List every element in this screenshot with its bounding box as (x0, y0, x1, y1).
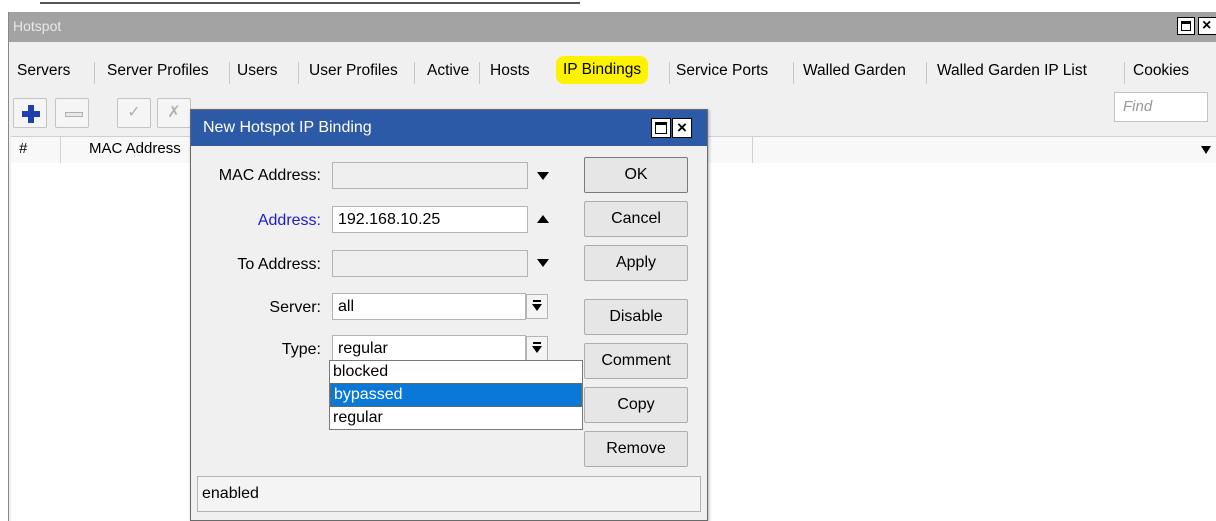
window-title: Hotspot (13, 18, 62, 34)
remove-button[interactable]: Remove (584, 431, 688, 467)
comment-button[interactable]: Comment (584, 343, 688, 379)
find-input[interactable]: Find (1114, 92, 1208, 122)
column-number[interactable]: # (11, 137, 61, 163)
column-chooser-icon[interactable] (1201, 146, 1211, 154)
close-icon[interactable]: × (1198, 17, 1216, 35)
mac-address-field[interactable] (332, 162, 528, 189)
add-button[interactable] (13, 98, 47, 128)
tab-divider (479, 62, 480, 84)
tab-users[interactable]: Users (237, 56, 277, 86)
tab-divider (1124, 62, 1125, 84)
tab-divider (298, 62, 299, 84)
maximize-icon[interactable] (1177, 17, 1195, 35)
tab-divider (793, 62, 794, 84)
type-dropdown-icon[interactable] (526, 336, 548, 361)
mac-address-label: MAC Address: (218, 167, 321, 184)
tab-divider (669, 62, 670, 84)
dialog-close-icon[interactable]: × (672, 118, 692, 138)
cancel-button[interactable]: Cancel (584, 201, 688, 237)
option-bypassed[interactable]: bypassed (330, 383, 582, 407)
tab-divider (926, 62, 927, 84)
type-label: Type: (281, 341, 321, 358)
server-dropdown-icon[interactable] (526, 294, 548, 319)
dialog-title: New Hotspot IP Binding (203, 119, 372, 136)
tab-hosts[interactable]: Hosts (490, 56, 530, 86)
disable-icon: ✗ (167, 104, 181, 121)
apply-button[interactable]: Apply (584, 245, 688, 281)
status-bar: enabled (197, 476, 701, 512)
tab-service-ports[interactable]: Service Ports (676, 56, 768, 86)
type-options-list: blocked bypassed regular (329, 360, 583, 430)
address-label: Address: (257, 212, 321, 229)
tab-walled-garden[interactable]: Walled Garden (803, 56, 906, 86)
to-address-label: To Address: (237, 256, 321, 273)
ok-button[interactable]: OK (584, 157, 688, 193)
tab-divider (94, 62, 95, 84)
new-ip-binding-dialog: New Hotspot IP Binding × MAC Address: Ad… (190, 109, 708, 521)
top-divider (40, 2, 580, 4)
tab-walled-garden-ip-list[interactable]: Walled Garden IP List (937, 56, 1087, 86)
remove-icon (65, 112, 83, 117)
disable-button[interactable]: ✗ (157, 98, 191, 128)
to-address-field[interactable] (332, 250, 528, 277)
column-divider (709, 137, 753, 163)
disable-button[interactable]: Disable (584, 299, 688, 335)
top-strip (0, 0, 1216, 10)
mac-address-expand-icon[interactable] (537, 172, 549, 180)
enable-button[interactable]: ✓ (117, 98, 151, 128)
remove-button[interactable] (55, 98, 89, 128)
tab-active[interactable]: Active (427, 56, 469, 86)
dialog-maximize-icon[interactable] (651, 118, 671, 138)
tab-divider (414, 62, 415, 84)
type-select[interactable]: regular (332, 335, 526, 362)
address-collapse-icon[interactable] (537, 215, 549, 223)
tab-cookies[interactable]: Cookies (1133, 56, 1189, 86)
tab-ip-bindings[interactable]: IP Bindings (556, 56, 649, 84)
to-address-expand-icon[interactable] (537, 259, 549, 267)
option-regular[interactable]: regular (330, 407, 582, 429)
server-select[interactable]: all (332, 293, 526, 320)
server-label: Server: (269, 299, 321, 316)
copy-button[interactable]: Copy (584, 387, 688, 423)
tab-user-profiles[interactable]: User Profiles (309, 56, 398, 86)
window-titlebar: Hotspot × (9, 12, 1216, 42)
tab-servers[interactable]: Servers (17, 56, 70, 86)
enable-icon: ✓ (127, 104, 141, 121)
dialog-titlebar: New Hotspot IP Binding × (191, 110, 707, 146)
tab-server-profiles[interactable]: Server Profiles (107, 56, 209, 86)
option-blocked[interactable]: blocked (330, 361, 582, 383)
address-field[interactable]: 192.168.10.25 (332, 206, 528, 233)
tab-divider (229, 62, 230, 84)
add-icon-bar (22, 111, 40, 117)
